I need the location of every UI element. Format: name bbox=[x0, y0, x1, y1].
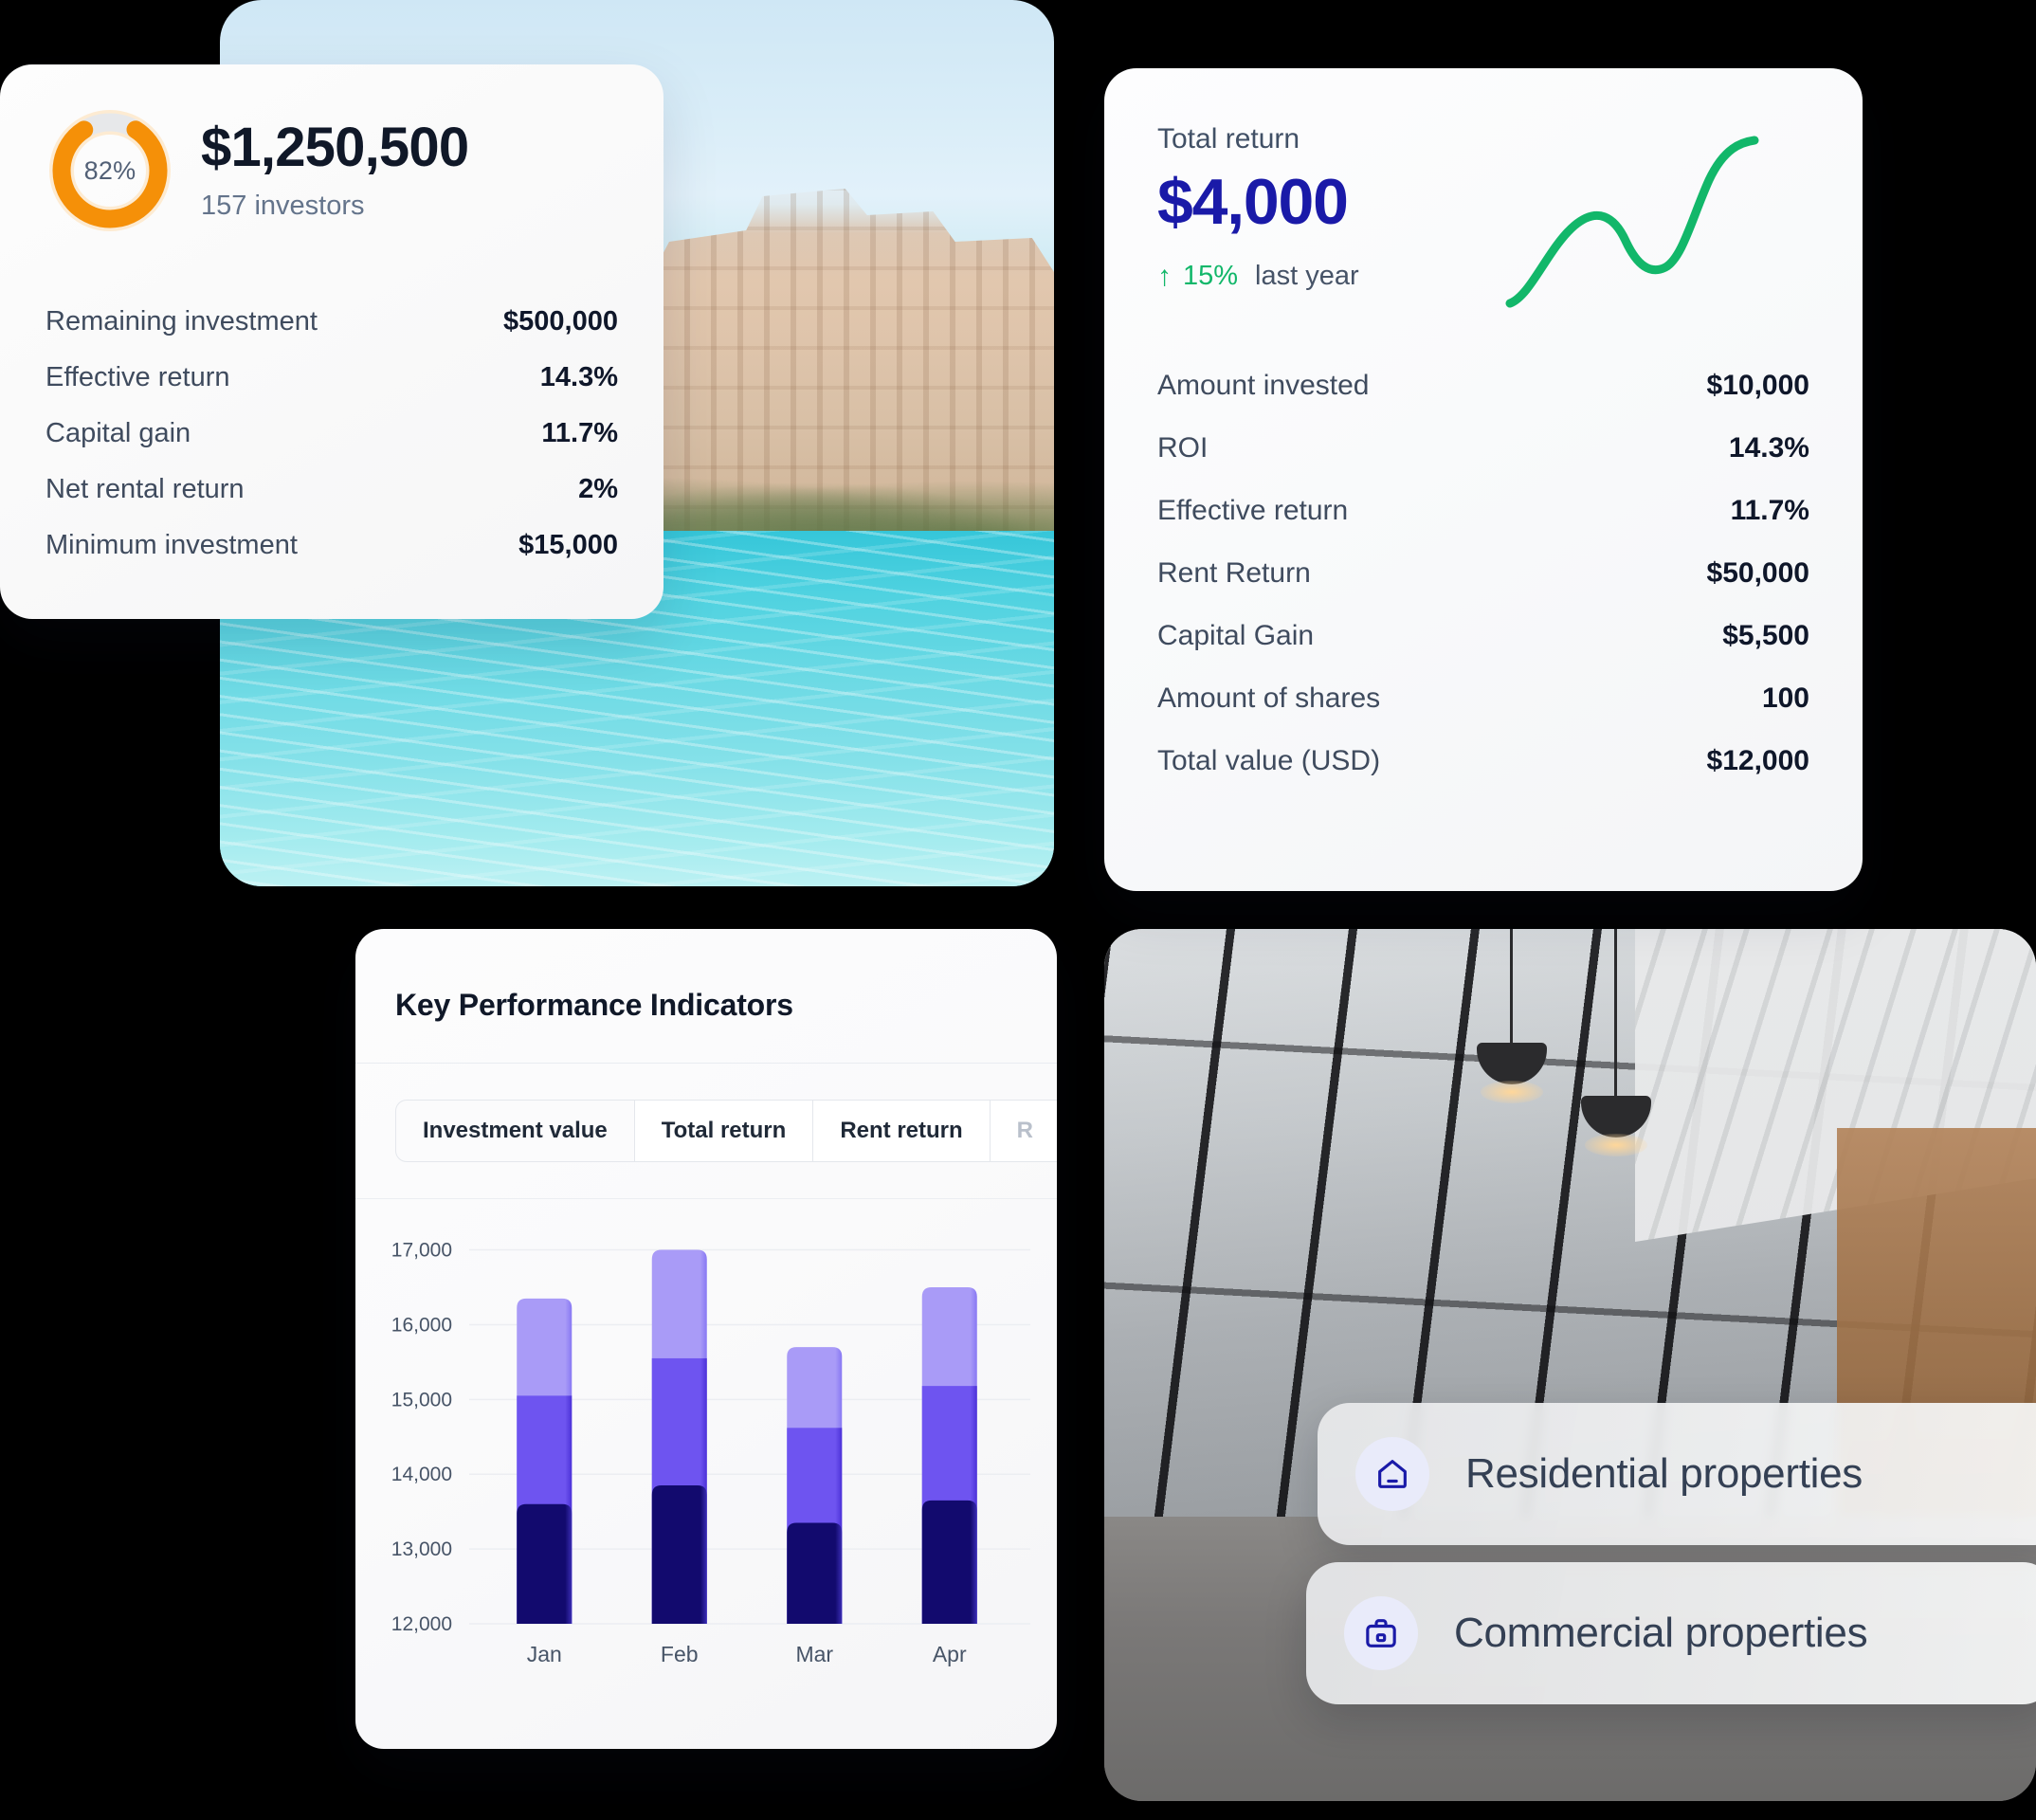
total-return-card: Total return $4,000 ↑ 15% last year Amou… bbox=[1104, 68, 1863, 891]
delta-percent: 15% bbox=[1183, 261, 1239, 292]
stat-value: $500,000 bbox=[503, 306, 618, 337]
funding-progress-label: 82% bbox=[83, 155, 136, 185]
table-row: Amount of shares 100 bbox=[1157, 667, 1809, 730]
table-row: ROI 14.3% bbox=[1157, 417, 1809, 480]
pendant-glow-2 bbox=[1585, 1134, 1647, 1156]
y-axis-tick-label: 14,000 bbox=[391, 1464, 452, 1485]
stat-value: 11.7% bbox=[541, 418, 618, 448]
table-row: Total value (USD) $12,000 bbox=[1157, 730, 1809, 792]
residential-properties-label: Residential properties bbox=[1465, 1450, 1863, 1497]
total-return-header: Total return $4,000 ↑ 15% last year bbox=[1157, 123, 1809, 308]
tab-total-return[interactable]: Total return bbox=[633, 1100, 813, 1162]
row-value: 14.3% bbox=[1728, 432, 1809, 464]
row-label: Total value (USD) bbox=[1157, 745, 1381, 777]
stat-value: $15,000 bbox=[518, 530, 618, 560]
row-label: Effective return bbox=[1157, 495, 1349, 527]
commercial-properties-label: Commercial properties bbox=[1454, 1610, 1868, 1656]
table-row: Capital Gain $5,500 bbox=[1157, 605, 1809, 667]
stat-value: 2% bbox=[578, 474, 618, 504]
x-axis-tick-label: Mar bbox=[795, 1642, 833, 1666]
stat-label: Minimum investment bbox=[45, 530, 298, 560]
investment-headline-block: $1,250,500 157 investors bbox=[201, 117, 469, 222]
row-label: Capital Gain bbox=[1157, 620, 1315, 652]
screenshot-stage: 82% $1,250,500 157 investors Remaining i… bbox=[0, 0, 2036, 1820]
stat-label: Capital gain bbox=[45, 418, 191, 448]
bar-segment-1 bbox=[787, 1522, 843, 1624]
bar-segment-1 bbox=[651, 1485, 707, 1624]
row-value: $50,000 bbox=[1706, 557, 1809, 590]
kpi-tab-bar[interactable]: Investment value Total return Rent retur… bbox=[395, 1100, 1057, 1162]
y-axis-tick-label: 13,000 bbox=[391, 1538, 452, 1560]
stat-row: Net rental return 2% bbox=[45, 462, 618, 518]
stat-row: Minimum investment $15,000 bbox=[45, 518, 618, 573]
row-value: 11.7% bbox=[1730, 495, 1809, 527]
investor-count: 157 investors bbox=[201, 190, 365, 221]
table-row: Amount invested $10,000 bbox=[1157, 355, 1809, 417]
row-value: $10,000 bbox=[1706, 370, 1809, 402]
y-axis-tick-label: 16,000 bbox=[391, 1314, 452, 1336]
delta-period: last year bbox=[1255, 261, 1359, 292]
stat-row: Remaining investment $500,000 bbox=[45, 294, 618, 350]
row-label: Amount invested bbox=[1157, 370, 1370, 402]
row-value: $5,500 bbox=[1722, 620, 1809, 652]
stat-value: 14.3% bbox=[539, 362, 618, 392]
bar-segment-1 bbox=[921, 1500, 977, 1624]
stat-row: Effective return 14.3% bbox=[45, 350, 618, 406]
tab-rent-return[interactable]: Rent return bbox=[812, 1100, 990, 1162]
pendant-cord-1 bbox=[1510, 929, 1513, 1045]
row-label: ROI bbox=[1157, 432, 1209, 464]
briefcase-icon bbox=[1344, 1596, 1418, 1670]
investment-total-amount: $1,250,500 bbox=[201, 117, 469, 179]
stat-label: Net rental return bbox=[45, 474, 245, 504]
return-sparkline bbox=[1505, 136, 1759, 308]
investment-stat-list: Remaining investment $500,000 Effective … bbox=[45, 294, 618, 573]
tab-truncated[interactable]: R bbox=[989, 1100, 1057, 1162]
kpi-card: Key Performance Indicators Investment va… bbox=[355, 929, 1057, 1749]
stat-label: Remaining investment bbox=[45, 306, 318, 337]
arrow-up-icon: ↑ bbox=[1157, 260, 1172, 292]
commercial-properties-pill[interactable]: Commercial properties bbox=[1306, 1562, 2036, 1704]
y-axis-tick-label: 12,000 bbox=[391, 1613, 452, 1635]
residential-properties-pill[interactable]: Residential properties bbox=[1318, 1403, 2036, 1545]
row-value: $12,000 bbox=[1706, 745, 1809, 777]
pendant-cord-2 bbox=[1614, 929, 1617, 1098]
x-axis-tick-label: Jan bbox=[527, 1642, 562, 1666]
row-label: Amount of shares bbox=[1157, 682, 1381, 715]
row-value: 100 bbox=[1761, 682, 1809, 715]
investment-summary-card: 82% $1,250,500 157 investors Remaining i… bbox=[0, 64, 664, 619]
investment-header: 82% $1,250,500 157 investors bbox=[45, 106, 618, 235]
bar-segment-1 bbox=[517, 1503, 573, 1624]
pendant-glow-1 bbox=[1481, 1081, 1543, 1103]
home-icon bbox=[1355, 1437, 1429, 1511]
total-return-row-list: Amount invested $10,000 ROI 14.3% Effect… bbox=[1157, 355, 1809, 792]
page-title: Key Performance Indicators bbox=[395, 988, 793, 1022]
funding-progress-donut: 82% bbox=[45, 106, 174, 235]
y-axis-tick-label: 15,000 bbox=[391, 1389, 452, 1410]
kpi-bar-chart: 17,000 16,000 15,000 14,000 13,000 12,000 Jan… bbox=[355, 1199, 1057, 1692]
table-row: Effective return 11.7% bbox=[1157, 480, 1809, 542]
table-row: Rent Return $50,000 bbox=[1157, 542, 1809, 605]
y-axis-tick-label: 17,000 bbox=[391, 1240, 452, 1262]
tab-investment-value[interactable]: Investment value bbox=[395, 1100, 634, 1162]
stat-row: Capital gain 11.7% bbox=[45, 406, 618, 462]
stat-label: Effective return bbox=[45, 362, 230, 392]
divider bbox=[355, 1063, 1057, 1064]
x-axis-tick-label: Feb bbox=[661, 1642, 699, 1666]
row-label: Rent Return bbox=[1157, 557, 1311, 590]
bar-chart-svg: 17,000 16,000 15,000 14,000 13,000 12,000 Jan… bbox=[391, 1240, 1030, 1666]
x-axis-tick-label: Apr bbox=[933, 1642, 967, 1666]
